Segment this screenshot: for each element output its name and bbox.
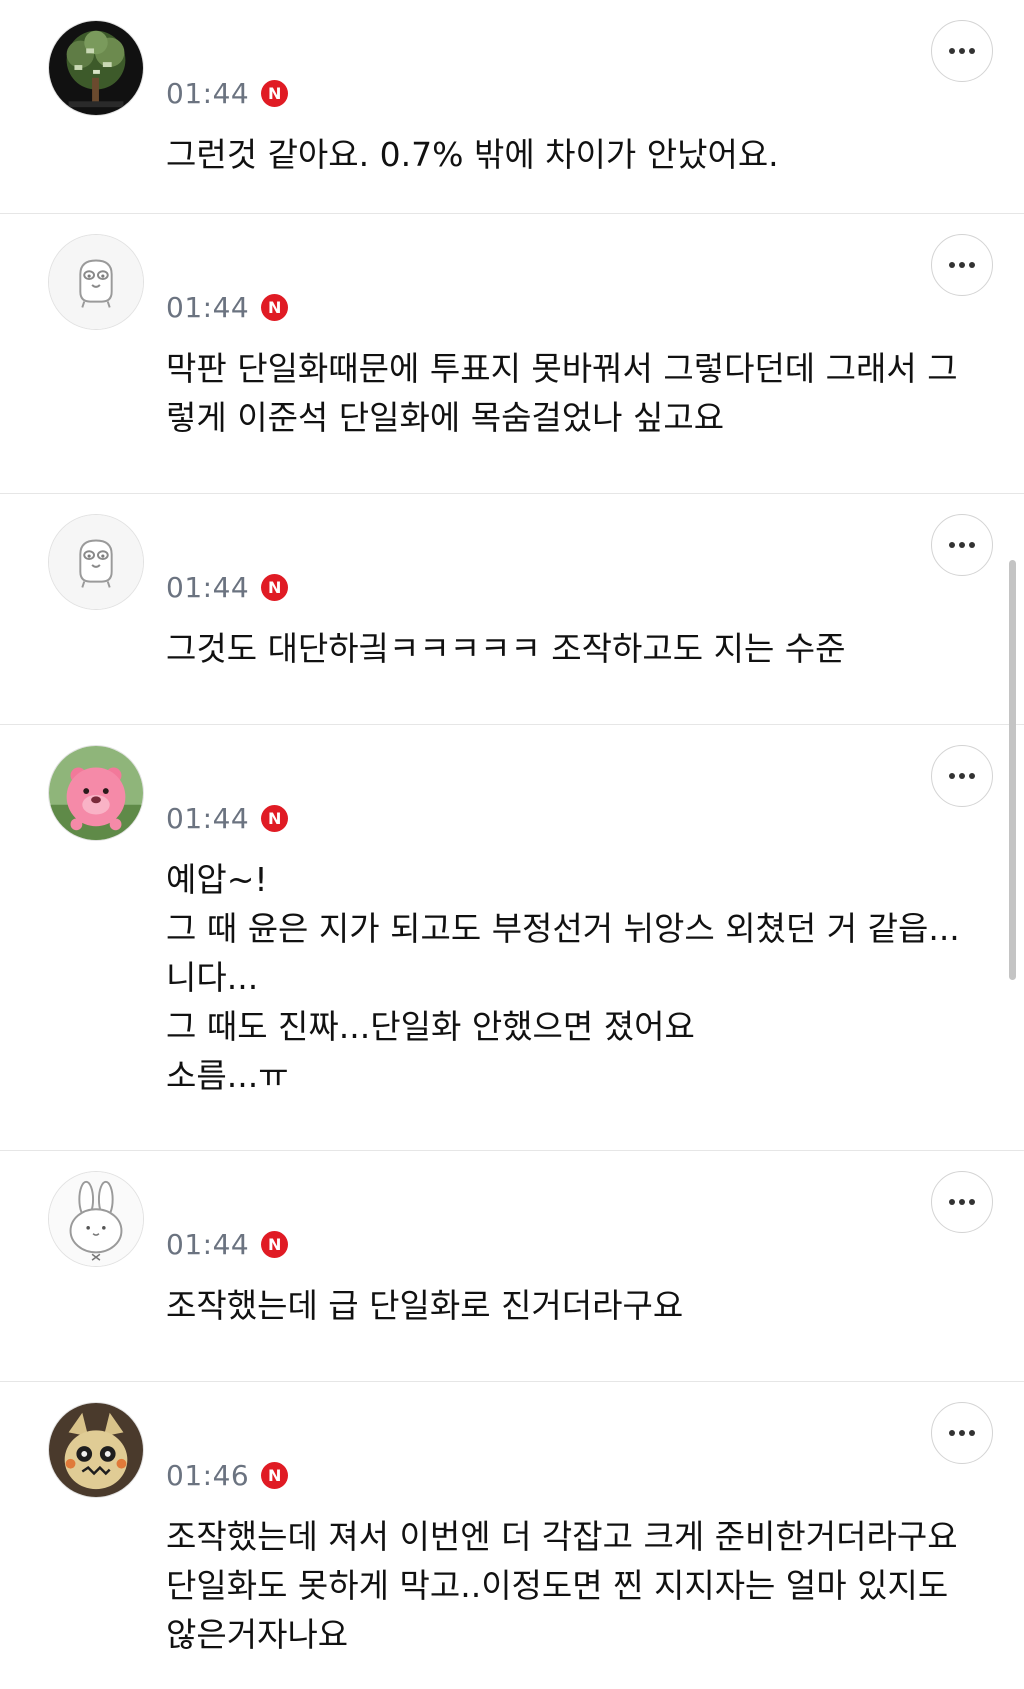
- more-options-icon: [949, 542, 975, 548]
- white-rabbit-avatar[interactable]: [48, 1171, 144, 1267]
- comment-item: 01:46 N 조작했는데 져서 이번엔 더 각잡고 크게 준비한거더라구요 단…: [0, 1382, 1024, 1689]
- comment-item: 01:44 N 막판 단일화때문에 투표지 못바꿔서 그렇다던데 그래서 그렇게…: [0, 214, 1024, 494]
- new-badge: N: [261, 1461, 289, 1489]
- more-options-button[interactable]: [931, 745, 993, 807]
- comment-text: 그것도 대단하긬ㅋㅋㅋㅋㅋ 조작하고도 지는 수준: [166, 629, 846, 668]
- more-options-icon: [949, 1430, 975, 1436]
- mimikyu-avatar[interactable]: [48, 1402, 144, 1498]
- more-options-button[interactable]: [931, 234, 993, 296]
- comment-meta: 01:46 N: [166, 1457, 289, 1493]
- comment-time: 01:44: [166, 290, 250, 324]
- comment-text: 막판 단일화때문에 투표지 못바꿔서 그렇다던데 그래서 그렇게 이준석 단일화…: [166, 349, 958, 437]
- new-badge: N: [261, 293, 289, 321]
- comment-meta: 01:44 N: [166, 569, 289, 605]
- more-options-icon: [949, 262, 975, 268]
- default-character-avatar[interactable]: [48, 234, 144, 330]
- more-options-button[interactable]: [931, 1171, 993, 1233]
- comment-text: 그런것 같아요. 0.7% 밖에 차이가 안났어요.: [166, 135, 779, 174]
- comment-time: 01:44: [166, 801, 250, 835]
- new-badge: N: [261, 79, 289, 107]
- comment-time: 01:44: [166, 76, 250, 110]
- comment-text: 조작했는데 져서 이번엔 더 각잡고 크게 준비한거더라구요 단일화도 못하게 …: [166, 1517, 958, 1654]
- comment-meta: 01:44 N: [166, 800, 289, 836]
- default-character-avatar[interactable]: [48, 514, 144, 610]
- more-options-icon: [949, 773, 975, 779]
- comment-item: 01:44 N 조작했는데 급 단일화로 진거더라구요: [0, 1151, 1024, 1382]
- more-options-button[interactable]: [931, 514, 993, 576]
- more-options-icon: [949, 48, 975, 54]
- more-options-button[interactable]: [931, 20, 993, 82]
- comment-time: 01:44: [166, 570, 250, 604]
- comment-item: 01:44 N 그런것 같아요. 0.7% 밖에 차이가 안났어요.: [0, 0, 1024, 214]
- comment-item: 01:44 N 예압~! 그 때 윤은 지가 되고도 부정선거 뉘앙스 외쳤던 …: [0, 725, 1024, 1151]
- vertical-scrollbar[interactable]: [1009, 560, 1016, 980]
- comment-meta: 01:44 N: [166, 289, 289, 325]
- more-options-icon: [949, 1199, 975, 1205]
- comment-meta: 01:44 N: [166, 75, 289, 111]
- comment-time: 01:46: [166, 1458, 250, 1492]
- money-tree-avatar[interactable]: [48, 20, 144, 116]
- comment-meta: 01:44 N: [166, 1226, 289, 1262]
- more-options-button[interactable]: [931, 1402, 993, 1464]
- comment-item: 01:44 N 그것도 대단하긬ㅋㅋㅋㅋㅋ 조작하고도 지는 수준: [0, 494, 1024, 725]
- new-badge: N: [261, 573, 289, 601]
- comment-feed: 01:44 N 그런것 같아요. 0.7% 밖에 차이가 안났어요. 01:44…: [0, 0, 1024, 1689]
- new-badge: N: [261, 1230, 289, 1258]
- comment-text: 예압~! 그 때 윤은 지가 되고도 부정선거 뉘앙스 외쳤던 거 같읍...니…: [166, 860, 960, 1095]
- pink-beaver-avatar[interactable]: [48, 745, 144, 841]
- comment-time: 01:44: [166, 1227, 250, 1261]
- new-badge: N: [261, 804, 289, 832]
- comment-text: 조작했는데 급 단일화로 진거더라구요: [166, 1286, 684, 1325]
